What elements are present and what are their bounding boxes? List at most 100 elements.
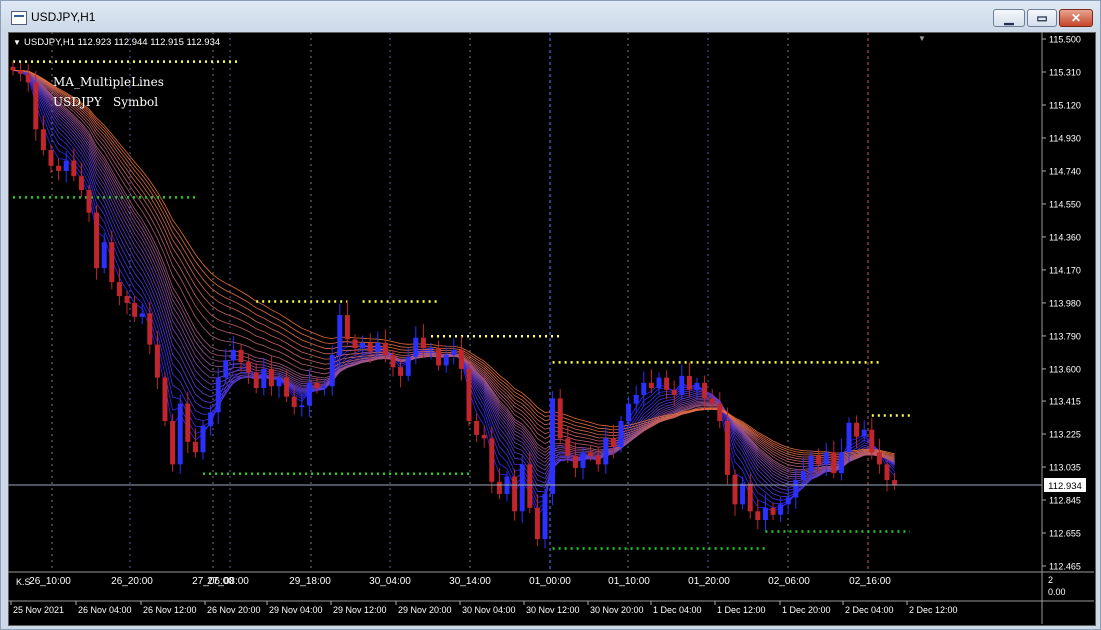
candle-body bbox=[565, 438, 571, 456]
candle-body bbox=[360, 342, 366, 349]
ma-line bbox=[12, 69, 895, 472]
candle bbox=[504, 471, 510, 502]
candle bbox=[694, 377, 700, 400]
candle-body bbox=[527, 464, 533, 508]
candle-body bbox=[656, 377, 662, 389]
time-tick-label: 1 Dec 12:00 bbox=[717, 605, 766, 615]
candle bbox=[25, 64, 31, 92]
title-bar[interactable]: USDJPY,H1 ▁ ▭ ✕ bbox=[1, 1, 1100, 35]
time-tick-label: 29 Nov 20:00 bbox=[398, 605, 452, 615]
candle-body bbox=[580, 452, 586, 468]
price-tick-label: 112.655 bbox=[1049, 529, 1081, 539]
candle-body bbox=[671, 389, 677, 395]
candle-body bbox=[268, 368, 274, 387]
candle bbox=[215, 368, 221, 424]
candle-body bbox=[56, 165, 62, 171]
price-tick-label: 115.500 bbox=[1049, 35, 1081, 45]
candle-body bbox=[436, 348, 442, 366]
candle bbox=[474, 413, 480, 443]
price-tick-label: 114.360 bbox=[1049, 232, 1081, 242]
candle-body bbox=[382, 342, 388, 356]
candle-body bbox=[633, 394, 639, 404]
candle-body bbox=[443, 355, 449, 366]
candle bbox=[124, 290, 130, 315]
candle bbox=[208, 405, 214, 436]
time-marker-label: 26_10:00 bbox=[29, 576, 71, 587]
candle-body bbox=[398, 367, 404, 376]
candle-body bbox=[261, 368, 267, 389]
ma-line bbox=[12, 69, 895, 476]
time-marker-label: 02_06:00 bbox=[768, 576, 810, 587]
candle-body bbox=[33, 82, 39, 130]
minimize-button[interactable]: ▁ bbox=[993, 9, 1025, 27]
candle-body bbox=[101, 242, 107, 269]
window-title: USDJPY,H1 bbox=[31, 10, 96, 24]
candle-body bbox=[785, 497, 791, 505]
maximize-button[interactable]: ▭ bbox=[1027, 9, 1057, 27]
time-tick-label: 30 Nov 04:00 bbox=[462, 605, 516, 615]
ma-line bbox=[12, 69, 895, 478]
indicator-name: MA_MultipleLines bbox=[53, 75, 164, 89]
ma-line bbox=[12, 69, 895, 457]
maximize-icon: ▭ bbox=[1036, 11, 1048, 25]
candle-body bbox=[390, 355, 396, 368]
price-tick-label: 114.170 bbox=[1049, 265, 1081, 275]
candle bbox=[519, 455, 525, 523]
time-marker-label: 01_00:00 bbox=[529, 576, 571, 587]
candle bbox=[56, 158, 62, 181]
candle bbox=[778, 497, 784, 523]
candle bbox=[641, 371, 647, 407]
candle bbox=[686, 362, 692, 398]
candle-body bbox=[10, 66, 16, 71]
candle-body bbox=[192, 441, 198, 453]
candle-body bbox=[40, 129, 46, 151]
ma-line bbox=[12, 69, 895, 518]
candle-body bbox=[86, 190, 92, 213]
candle bbox=[717, 392, 723, 429]
time-marker-label: 02_16:00 bbox=[849, 576, 891, 587]
time-axis: 25 Nov 2021 26 Nov 04:00 26 Nov 12:00 26 No… bbox=[10, 601, 958, 615]
candle-body bbox=[71, 160, 77, 177]
candle-body bbox=[838, 452, 844, 474]
candle-body bbox=[618, 421, 624, 448]
candle bbox=[78, 162, 84, 198]
candle-body bbox=[344, 315, 350, 340]
candle bbox=[71, 149, 77, 182]
candle-body bbox=[139, 313, 145, 317]
candle-body bbox=[717, 403, 723, 422]
price-tick-label: 112.465 bbox=[1049, 562, 1081, 572]
time-tick-label: 26 Nov 04:00 bbox=[78, 605, 132, 615]
last-price-label: 112.934 bbox=[1048, 481, 1082, 492]
candle-body bbox=[162, 377, 168, 422]
candle bbox=[557, 389, 563, 444]
candle bbox=[86, 184, 92, 223]
subwindow-label: K.S bbox=[16, 577, 31, 587]
candle-body bbox=[496, 481, 502, 494]
candle-body bbox=[124, 295, 130, 303]
candle-body bbox=[375, 342, 381, 352]
candle-body bbox=[132, 302, 138, 317]
candle bbox=[747, 474, 753, 519]
indicator-symbol-label: Symbol bbox=[113, 95, 158, 109]
chart-window-icon bbox=[11, 11, 27, 25]
candle-body bbox=[337, 315, 343, 356]
candle bbox=[770, 502, 776, 520]
ma-line bbox=[12, 69, 895, 495]
candle-body bbox=[808, 455, 814, 472]
candle bbox=[892, 472, 898, 490]
ma-line bbox=[12, 69, 895, 498]
close-button[interactable]: ✕ bbox=[1059, 9, 1093, 27]
candle-body bbox=[550, 398, 556, 494]
ma-line bbox=[12, 69, 895, 480]
time-tick-label: 1 Dec 04:00 bbox=[653, 605, 702, 615]
candle bbox=[223, 348, 229, 383]
price-tick-label: 114.550 bbox=[1049, 199, 1081, 209]
price-chart[interactable]: 115.500 115.310 115.120 114.930 114.740 114.5… bbox=[8, 32, 1094, 624]
candle bbox=[496, 468, 502, 500]
time-tick-label: 29 Nov 12:00 bbox=[333, 605, 387, 615]
time-tick-label: 2 Dec 04:00 bbox=[845, 605, 894, 615]
subwindow-scale-top: 2 bbox=[1048, 575, 1053, 585]
candle-body bbox=[78, 176, 84, 191]
candle-body bbox=[816, 455, 822, 465]
price-tick-label: 112.845 bbox=[1049, 496, 1081, 506]
